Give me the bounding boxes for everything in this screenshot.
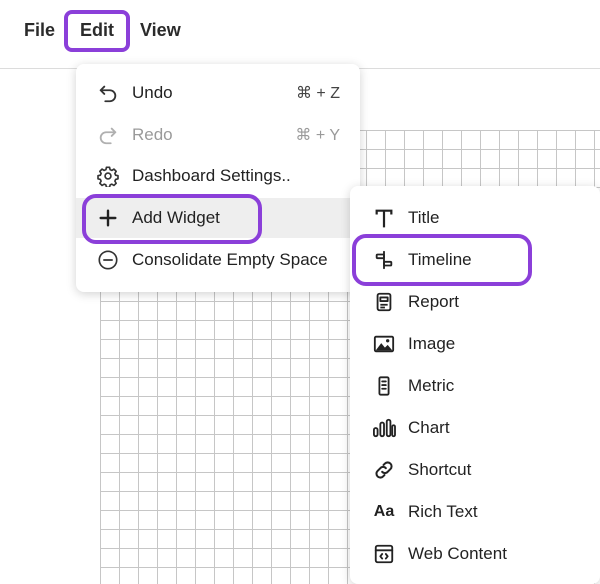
menu-file[interactable]: File — [24, 20, 55, 41]
submenu-item-chart[interactable]: Chart — [350, 408, 600, 448]
metric-icon — [372, 374, 396, 398]
web-content-icon — [372, 542, 396, 566]
minus-circle-icon — [96, 248, 120, 272]
rich-text-label: Rich Text — [408, 502, 478, 521]
redo-shortcut: ⌘ + Y — [295, 127, 340, 144]
dashboard-settings-label: Dashboard Settings.. — [132, 166, 291, 185]
metric-label: Metric — [408, 376, 455, 395]
bar-chart-icon — [372, 416, 396, 440]
redo-icon — [96, 123, 120, 147]
title-label: Title — [408, 208, 440, 227]
add-widget-highlight-outline — [82, 194, 262, 244]
edit-highlight-outline — [64, 10, 130, 52]
submenu-item-shortcut[interactable]: Shortcut — [350, 450, 600, 490]
consolidate-empty-space-label: Consolidate Empty Space — [132, 250, 328, 269]
submenu-item-title[interactable]: Title — [350, 198, 600, 238]
edit-menu: Undo ⌘ + Z Redo ⌘ + Y Dashboard Settings… — [76, 64, 360, 292]
rich-text-icon: Aa — [373, 503, 395, 520]
undo-icon — [96, 81, 120, 105]
title-t-icon — [372, 206, 396, 230]
report-icon — [372, 290, 396, 314]
undo-label: Undo — [132, 83, 173, 102]
gear-icon — [96, 164, 120, 188]
redo-label: Redo — [132, 125, 173, 144]
submenu-item-image[interactable]: Image — [350, 324, 600, 364]
web-content-label: Web Content — [408, 544, 507, 563]
image-icon — [372, 332, 396, 356]
menu-item-undo[interactable]: Undo ⌘ + Z — [76, 73, 360, 113]
menu-view[interactable]: View — [140, 20, 181, 41]
chart-label: Chart — [408, 418, 450, 437]
submenu-item-web-content[interactable]: Web Content — [350, 534, 600, 574]
submenu-item-rich-text[interactable]: Aa Rich Text — [350, 492, 600, 532]
menu-item-dashboard-settings[interactable]: Dashboard Settings.. — [76, 156, 360, 196]
link-icon — [372, 458, 396, 482]
report-label: Report — [408, 292, 460, 311]
timeline-highlight-outline — [352, 234, 532, 286]
undo-shortcut: ⌘ + Z — [295, 85, 340, 102]
shortcut-label: Shortcut — [408, 460, 472, 479]
menu-item-redo[interactable]: Redo ⌘ + Y — [76, 115, 360, 155]
menu-item-consolidate-empty-space[interactable]: Consolidate Empty Space — [76, 240, 360, 280]
submenu-item-metric[interactable]: Metric — [350, 366, 600, 406]
submenu-item-report[interactable]: Report — [350, 282, 600, 322]
image-label: Image — [408, 334, 456, 353]
